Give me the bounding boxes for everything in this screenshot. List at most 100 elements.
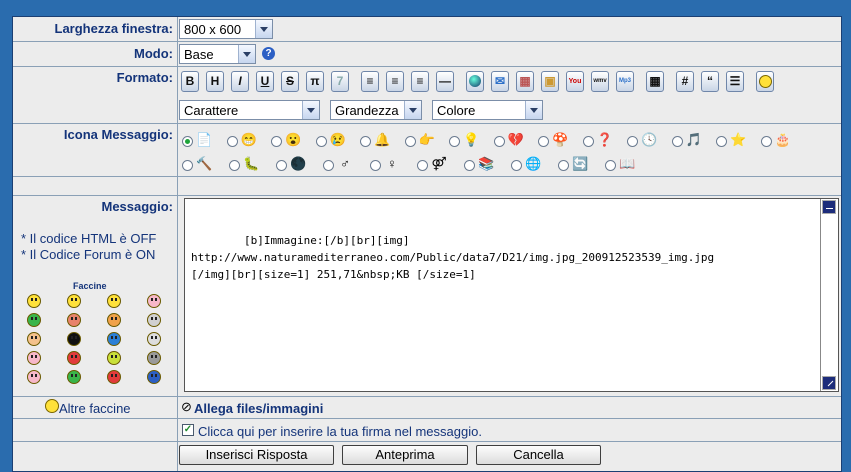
highlight-button[interactable]: H	[206, 71, 224, 92]
message-icon-radio[interactable]	[582, 136, 594, 147]
smiley-button[interactable]	[756, 71, 774, 92]
submit-reply-button[interactable]: Inserisci Risposta	[179, 445, 334, 465]
grin-face-icon[interactable]	[67, 294, 81, 308]
font-select[interactable]: Carattere	[179, 100, 320, 120]
message-icon-radio[interactable]	[449, 136, 460, 147]
signature-checkbox[interactable]: ✓	[182, 424, 194, 436]
mode-label: Modo:	[134, 46, 173, 61]
list-button[interactable]: ☰	[726, 71, 744, 92]
align-center-button[interactable]: ≡	[386, 71, 404, 92]
message-icon-radio[interactable]	[226, 136, 238, 147]
message-icon-radio[interactable]	[627, 136, 638, 147]
message-icon-radio[interactable]	[360, 136, 371, 147]
sleepy-face-icon[interactable]	[147, 351, 161, 365]
tongue-face-icon[interactable]	[67, 370, 81, 384]
chevron-down-icon	[302, 101, 319, 119]
smile-face-icon[interactable]	[27, 294, 41, 308]
image-button[interactable]: ▦	[516, 71, 534, 92]
align-right-button[interactable]: ≡	[411, 71, 429, 92]
angry-face-icon[interactable]	[67, 313, 81, 327]
worm-icon: 🐛	[243, 156, 260, 171]
dead-face-icon[interactable]	[147, 313, 161, 327]
message-icon-radio[interactable]	[276, 160, 287, 171]
message-icon-radio[interactable]	[558, 160, 569, 171]
message-icon-radio[interactable]	[671, 136, 683, 147]
message-icon-radio[interactable]	[716, 136, 727, 147]
scroll-expand-icon[interactable]	[822, 376, 836, 390]
mp3-button[interactable]: Mp3	[616, 71, 634, 92]
faces-title: Faccine	[73, 281, 107, 291]
smiley-icon	[45, 399, 59, 413]
cancel-button[interactable]: Cancella	[476, 445, 601, 465]
attach-files-link[interactable]: Allega files/immagini	[194, 401, 323, 416]
message-label: Messaggio:	[101, 199, 173, 214]
grin-icon: 😁	[240, 132, 257, 147]
bold-button[interactable]: B	[181, 71, 199, 92]
pi-button[interactable]: π	[306, 71, 324, 92]
table-button[interactable]: ▦	[646, 71, 664, 92]
quote-button[interactable]: “	[701, 71, 719, 92]
message-icon-radio[interactable]	[271, 136, 282, 147]
big-smile-face-icon[interactable]	[27, 332, 41, 346]
message-icon-radio[interactable]	[464, 160, 475, 171]
message-icon-radio[interactable]	[417, 160, 428, 171]
message-icon-radio[interactable]	[538, 136, 549, 147]
devil-face-icon[interactable]	[107, 313, 121, 327]
signature-row: ✓ Clicca qui per inserire la tua firma n…	[13, 419, 841, 442]
marquee-button[interactable]: 7	[331, 71, 349, 92]
star-icon: ⭐	[730, 132, 747, 147]
scroll-collapse-icon[interactable]	[822, 200, 836, 214]
mad-face-icon[interactable]	[67, 351, 81, 365]
cold-face-icon[interactable]	[107, 332, 121, 346]
size-select[interactable]: Grandezza	[330, 100, 422, 120]
more-faces-link[interactable]: Altre faccine	[59, 401, 131, 416]
help-icon[interactable]: ?	[262, 47, 275, 60]
color-select[interactable]: Colore	[432, 100, 543, 120]
message-icon-radio[interactable]	[182, 136, 193, 147]
eightball-face-icon[interactable]	[67, 332, 81, 346]
blush-face-icon[interactable]	[147, 294, 161, 308]
globe-icon[interactable]	[466, 71, 484, 92]
message-textarea[interactable]: [b]Immagine:[/b][br][img] http://www.nat…	[184, 198, 839, 392]
preview-button[interactable]: Anteprima	[342, 445, 468, 465]
strike-button[interactable]: S	[281, 71, 299, 92]
italic-button[interactable]: I	[231, 71, 249, 92]
wmv-button[interactable]: wmv	[591, 71, 609, 92]
horizontal-rule-button[interactable]: —	[436, 71, 454, 92]
shock-face-icon[interactable]	[27, 351, 41, 365]
message-icon-radio[interactable]	[493, 136, 505, 147]
green-face-icon[interactable]	[27, 313, 41, 327]
message-icon-radio[interactable]	[404, 136, 416, 147]
chevron-down-icon	[238, 45, 255, 63]
mode-select[interactable]: Base	[179, 44, 256, 64]
message-icon-radio[interactable]	[182, 160, 193, 171]
message-icon-radio[interactable]	[229, 160, 240, 171]
question-icon: ❓	[596, 132, 613, 147]
help-face-icon[interactable]	[147, 370, 161, 384]
sad-icon: 😢	[329, 132, 346, 147]
message-icon-radio[interactable]	[323, 160, 334, 171]
align-left-button[interactable]: ≡	[361, 71, 379, 92]
youtube-button[interactable]: You	[566, 71, 584, 92]
bell-icon: 🔔	[374, 132, 391, 147]
message-icon-radio[interactable]	[760, 136, 772, 147]
signature-label: Clicca qui per inserire la tua firma nel…	[198, 424, 482, 439]
message-icon-radio[interactable]	[511, 160, 522, 171]
photo-button[interactable]: ▣	[541, 71, 559, 92]
cool-face-icon[interactable]	[107, 294, 121, 308]
textarea-scrollbar[interactable]	[820, 199, 838, 391]
skull-face-icon[interactable]	[147, 332, 161, 346]
message-row: Messaggio: * Il codice HTML è OFF * Il C…	[13, 196, 841, 397]
sick-face-icon[interactable]	[107, 351, 121, 365]
note-icon: 🎵	[685, 132, 702, 147]
code-button[interactable]: #	[676, 71, 694, 92]
evil-face-icon[interactable]	[107, 370, 121, 384]
message-icon-radio[interactable]	[605, 160, 616, 171]
message-icon-radio[interactable]	[370, 160, 381, 171]
window-size-select[interactable]: 800 x 600	[179, 19, 273, 39]
email-button[interactable]: ✉	[491, 71, 509, 92]
message-icon-radio[interactable]	[315, 136, 327, 147]
couple-icon: ⚤	[431, 156, 447, 171]
underline-button[interactable]: U	[256, 71, 274, 92]
kiss-face-icon[interactable]	[27, 370, 41, 384]
